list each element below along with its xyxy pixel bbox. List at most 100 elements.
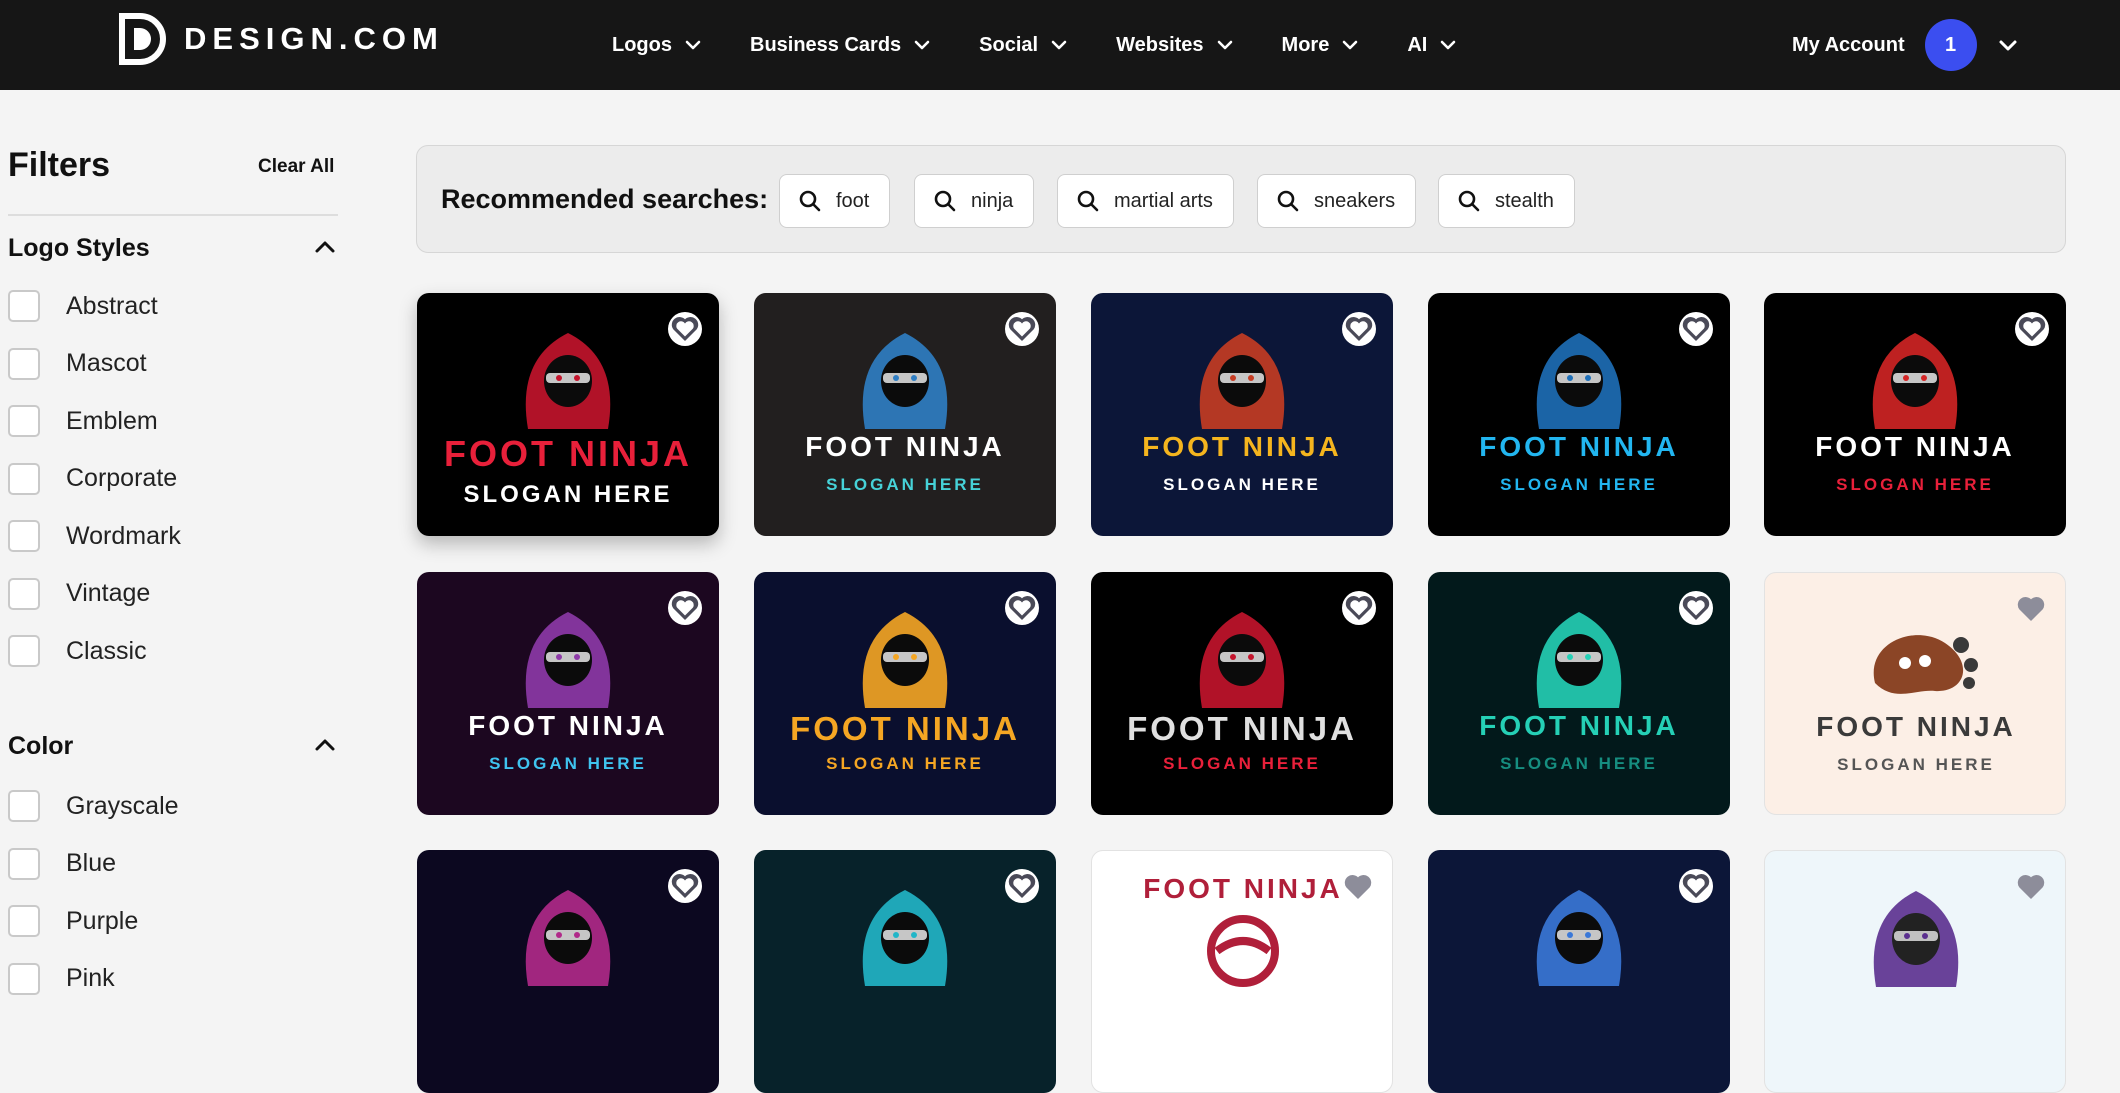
checkbox[interactable] [8,848,40,880]
checkbox[interactable] [8,520,40,552]
checkbox[interactable] [8,905,40,937]
favorite-heart-icon[interactable] [2013,591,2049,627]
checkbox[interactable] [8,290,40,322]
filter-option-abstract[interactable]: Abstract [8,290,158,322]
nav-item-more[interactable]: More [1282,34,1360,57]
favorite-heart-icon[interactable] [1341,590,1377,626]
search-chip-martial-arts[interactable]: martial arts [1057,174,1234,228]
my-account-label[interactable]: My Account [1792,34,1905,57]
filters-sidebar: Filters Clear All Logo Styles AbstractMa… [0,90,340,978]
brand-name: DESIGN.COM [184,21,444,57]
nav-item-social[interactable]: Social [979,34,1068,57]
favorite-heart-icon[interactable] [1341,311,1377,347]
favorite-heart-icon[interactable] [1004,590,1040,626]
nav-item-label: Logos [612,34,672,57]
filter-option-pink[interactable]: Pink [8,963,115,995]
logo-slogan-text: SLOGAN HERE [1428,754,1730,774]
chevron-down-icon [1216,36,1234,54]
chevron-up-icon[interactable] [312,234,338,260]
color-heading[interactable]: Color [8,732,73,761]
filter-option-label: Emblem [66,407,158,436]
logo-card[interactable] [754,850,1056,1093]
checkbox[interactable] [8,348,40,380]
checkbox[interactable] [8,635,40,667]
filter-option-grayscale[interactable]: Grayscale [8,790,179,822]
search-chip-stealth[interactable]: stealth [1438,174,1575,228]
chevron-up-icon[interactable] [312,732,338,758]
nav-item-label: Business Cards [750,34,901,57]
nav-item-label: More [1282,34,1330,57]
brand-logo[interactable]: DESIGN.COM [116,12,444,66]
account-menu[interactable]: My Account 1 [1792,0,2019,90]
favorite-heart-icon[interactable] [1678,590,1714,626]
logo-slogan-text: SLOGAN HERE [1765,755,2066,775]
logo-slogan-text: SLOGAN HERE [417,481,719,509]
search-chip-label: martial arts [1114,190,1213,213]
search-icon [1457,189,1481,213]
favorite-heart-icon[interactable] [667,868,703,904]
logo-card[interactable]: FOOT NINJASLOGAN HERE [1764,293,2066,536]
logo-card[interactable]: FOOT NINJASLOGAN HERE [417,572,719,815]
search-chip-ninja[interactable]: ninja [914,174,1034,228]
logo-card[interactable]: FOOT NINJA SLOGAN HERE [1764,572,2066,815]
nav-item-business-cards[interactable]: Business Cards [750,34,931,57]
checkbox[interactable] [8,578,40,610]
checkbox[interactable] [8,963,40,995]
logo-slogan-text: SLOGAN HERE [1091,754,1393,774]
logo-card[interactable]: FOOT NINJASLOGAN HERE [1091,572,1393,815]
logo-name-text: FOOT NINJA [754,431,1056,463]
search-chip-sneakers[interactable]: sneakers [1257,174,1416,228]
favorite-heart-icon[interactable] [667,311,703,347]
logo-name-text: FOOT NINJA [1765,711,2066,743]
logo-styles-heading[interactable]: Logo Styles [8,234,150,263]
logo-card[interactable] [417,850,719,1093]
clear-all-button[interactable]: Clear All [258,156,334,178]
favorite-heart-icon[interactable] [1678,868,1714,904]
chevron-down-icon [1439,36,1457,54]
account-avatar-badge[interactable]: 1 [1925,19,1977,71]
logo-card[interactable] [1428,850,1730,1093]
favorite-heart-icon[interactable] [1004,311,1040,347]
logo-card[interactable]: FOOT NINJASLOGAN HERE [1428,293,1730,536]
filter-option-corporate[interactable]: Corporate [8,463,177,495]
nav-item-ai[interactable]: AI [1407,34,1457,57]
filter-option-blue[interactable]: Blue [8,848,116,880]
filter-option-mascot[interactable]: Mascot [8,348,147,380]
logo-card[interactable]: FOOT NINJASLOGAN HERE [417,293,719,536]
search-chip-foot[interactable]: foot [779,174,890,228]
logo-card[interactable] [1764,850,2066,1093]
filter-option-label: Classic [66,637,147,666]
filter-option-purple[interactable]: Purple [8,905,138,937]
filter-option-classic[interactable]: Classic [8,635,147,667]
favorite-heart-icon[interactable] [1004,868,1040,904]
favorite-heart-icon[interactable] [1340,869,1376,905]
logo-card[interactable]: FOOT NINJASLOGAN HERE [1428,572,1730,815]
logo-card[interactable]: FOOT NINJASLOGAN HERE [1091,293,1393,536]
nav-item-label: AI [1407,34,1427,57]
recommended-searches: Recommended searches: footninjamartial a… [416,145,2066,253]
filter-option-emblem[interactable]: Emblem [8,405,158,437]
chevron-down-icon[interactable] [1997,34,2019,56]
logo-name-text: FOOT NINJA [754,710,1056,748]
filter-option-wordmark[interactable]: Wordmark [8,520,181,552]
logo-card[interactable]: FOOT NINJASLOGAN HERE [754,293,1056,536]
checkbox[interactable] [8,790,40,822]
favorite-heart-icon[interactable] [2013,869,2049,905]
search-chip-label: sneakers [1314,190,1395,213]
filter-option-label: Vintage [66,579,150,608]
favorite-heart-icon[interactable] [667,590,703,626]
logo-slogan-text: SLOGAN HERE [754,754,1056,774]
logo-card[interactable]: FOOT NINJA [1091,850,1393,1093]
favorite-heart-icon[interactable] [2014,311,2050,347]
checkbox[interactable] [8,405,40,437]
nav-item-logos[interactable]: Logos [612,34,702,57]
filter-option-label: Blue [66,849,116,878]
filter-option-vintage[interactable]: Vintage [8,578,150,610]
chevron-down-icon [1341,36,1359,54]
nav-item-websites[interactable]: Websites [1116,34,1233,57]
logo-card[interactable]: FOOT NINJA SLOGAN HERE [754,572,1056,815]
main-nav: Logos Business Cards Social Websites More AI [612,0,1505,90]
favorite-heart-icon[interactable] [1678,311,1714,347]
checkbox[interactable] [8,463,40,495]
chevron-down-icon [913,36,931,54]
